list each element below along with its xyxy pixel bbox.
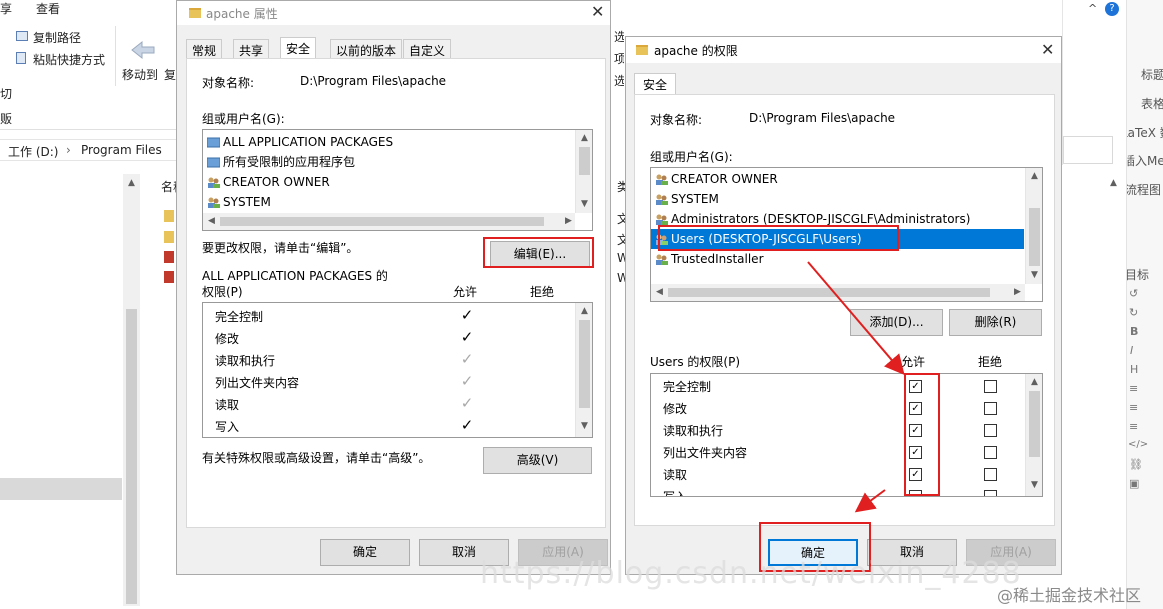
- arrow-users-to-allow: [807, 261, 905, 376]
- brand-watermark: @稀土掘金技术社区: [997, 586, 1142, 605]
- annotation-arrows: [807, 261, 905, 513]
- url-watermark: https://blog.csdn.net/weixin_4288: [480, 556, 1022, 591]
- arrow-allow-to-ok: [854, 489, 886, 513]
- desktop-background: 享 查看 复制路径 粘贴快捷方式 移动到 复 切 贩 工作 (D:) › Pro…: [0, 0, 1163, 609]
